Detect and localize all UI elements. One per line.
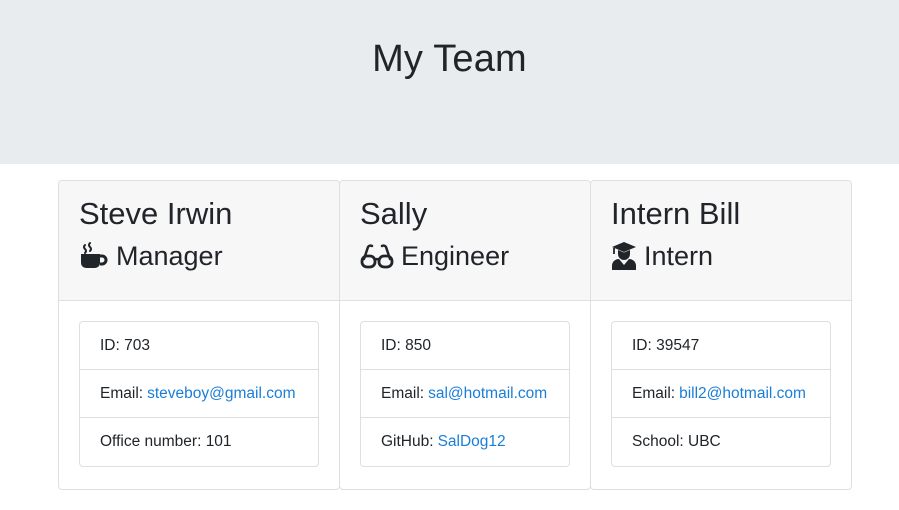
employee-card-engineer: Sally Engineer ID: 850 Email: sal@hotmai…: [339, 180, 591, 490]
list-item-office: Office number: 101: [80, 418, 318, 466]
school-label: School:: [632, 433, 684, 450]
id-label: ID:: [632, 336, 652, 354]
github-link[interactable]: SalDog12: [438, 433, 506, 451]
email-link[interactable]: sal@hotmail.com: [428, 385, 547, 403]
employee-name: Steve Irwin: [79, 196, 233, 231]
list-item-school: School: UBC: [612, 418, 830, 466]
card-body: ID: 703 Email: steveboy@gmail.com Office…: [59, 301, 339, 487]
team-cards: Steve Irwin Manager ID: 703 Email: steve…: [0, 164, 899, 510]
email-link[interactable]: steveboy@gmail.com: [147, 385, 295, 403]
card-header: Sally Engineer: [340, 181, 590, 301]
employee-name: Sally: [360, 196, 428, 231]
id-value: 39547: [656, 336, 700, 354]
id-value: 703: [124, 336, 150, 354]
card-body: ID: 850 Email: sal@hotmail.com GitHub: S…: [340, 301, 590, 487]
card-header: Steve Irwin Manager: [59, 181, 339, 301]
employee-role: Engineer: [360, 240, 570, 272]
list-item-email: Email: steveboy@gmail.com: [80, 370, 318, 418]
graduate-icon: [611, 241, 637, 271]
employee-role-label: Manager: [116, 241, 223, 271]
employee-card-manager: Steve Irwin Manager ID: 703 Email: steve…: [58, 180, 340, 490]
employee-details: ID: 39547 Email: bill2@hotmail.com Schoo…: [611, 321, 831, 467]
list-item-email: Email: bill2@hotmail.com: [612, 370, 830, 418]
list-item-id: ID: 850: [361, 322, 569, 370]
list-item-id: ID: 703: [80, 322, 318, 370]
card-header: Intern Bill Intern: [591, 181, 851, 301]
employee-role-label: Intern: [644, 241, 714, 271]
email-label: Email:: [100, 384, 144, 402]
list-item-email: Email: sal@hotmail.com: [361, 370, 569, 418]
glasses-icon: [360, 241, 394, 271]
office-value: 101: [205, 433, 232, 450]
page-title: My Team: [372, 37, 527, 80]
employee-name: Intern Bill: [611, 196, 741, 231]
id-label: ID:: [100, 336, 120, 354]
employee-card-intern: Intern Bill Intern ID: 39547 Email: bill…: [590, 180, 852, 490]
list-item-id: ID: 39547: [612, 322, 830, 370]
coffee-mug-icon: [79, 241, 109, 271]
list-item-github: GitHub: SalDog12: [361, 418, 569, 466]
email-label: Email:: [632, 384, 676, 402]
employee-details: ID: 850 Email: sal@hotmail.com GitHub: S…: [360, 321, 570, 467]
employee-role-label: Engineer: [401, 241, 510, 271]
id-value: 850: [405, 336, 431, 354]
email-link[interactable]: bill2@hotmail.com: [679, 385, 806, 403]
card-body: ID: 39547 Email: bill2@hotmail.com Schoo…: [591, 301, 851, 487]
header-banner: My Team: [0, 0, 899, 164]
github-label: GitHub:: [381, 433, 434, 450]
email-label: Email:: [381, 384, 425, 402]
school-value: UBC: [688, 433, 721, 450]
id-label: ID:: [381, 336, 401, 354]
employee-role: Intern: [611, 240, 831, 272]
employee-details: ID: 703 Email: steveboy@gmail.com Office…: [79, 321, 319, 467]
employee-role: Manager: [79, 240, 319, 272]
office-label: Office number:: [100, 433, 202, 450]
